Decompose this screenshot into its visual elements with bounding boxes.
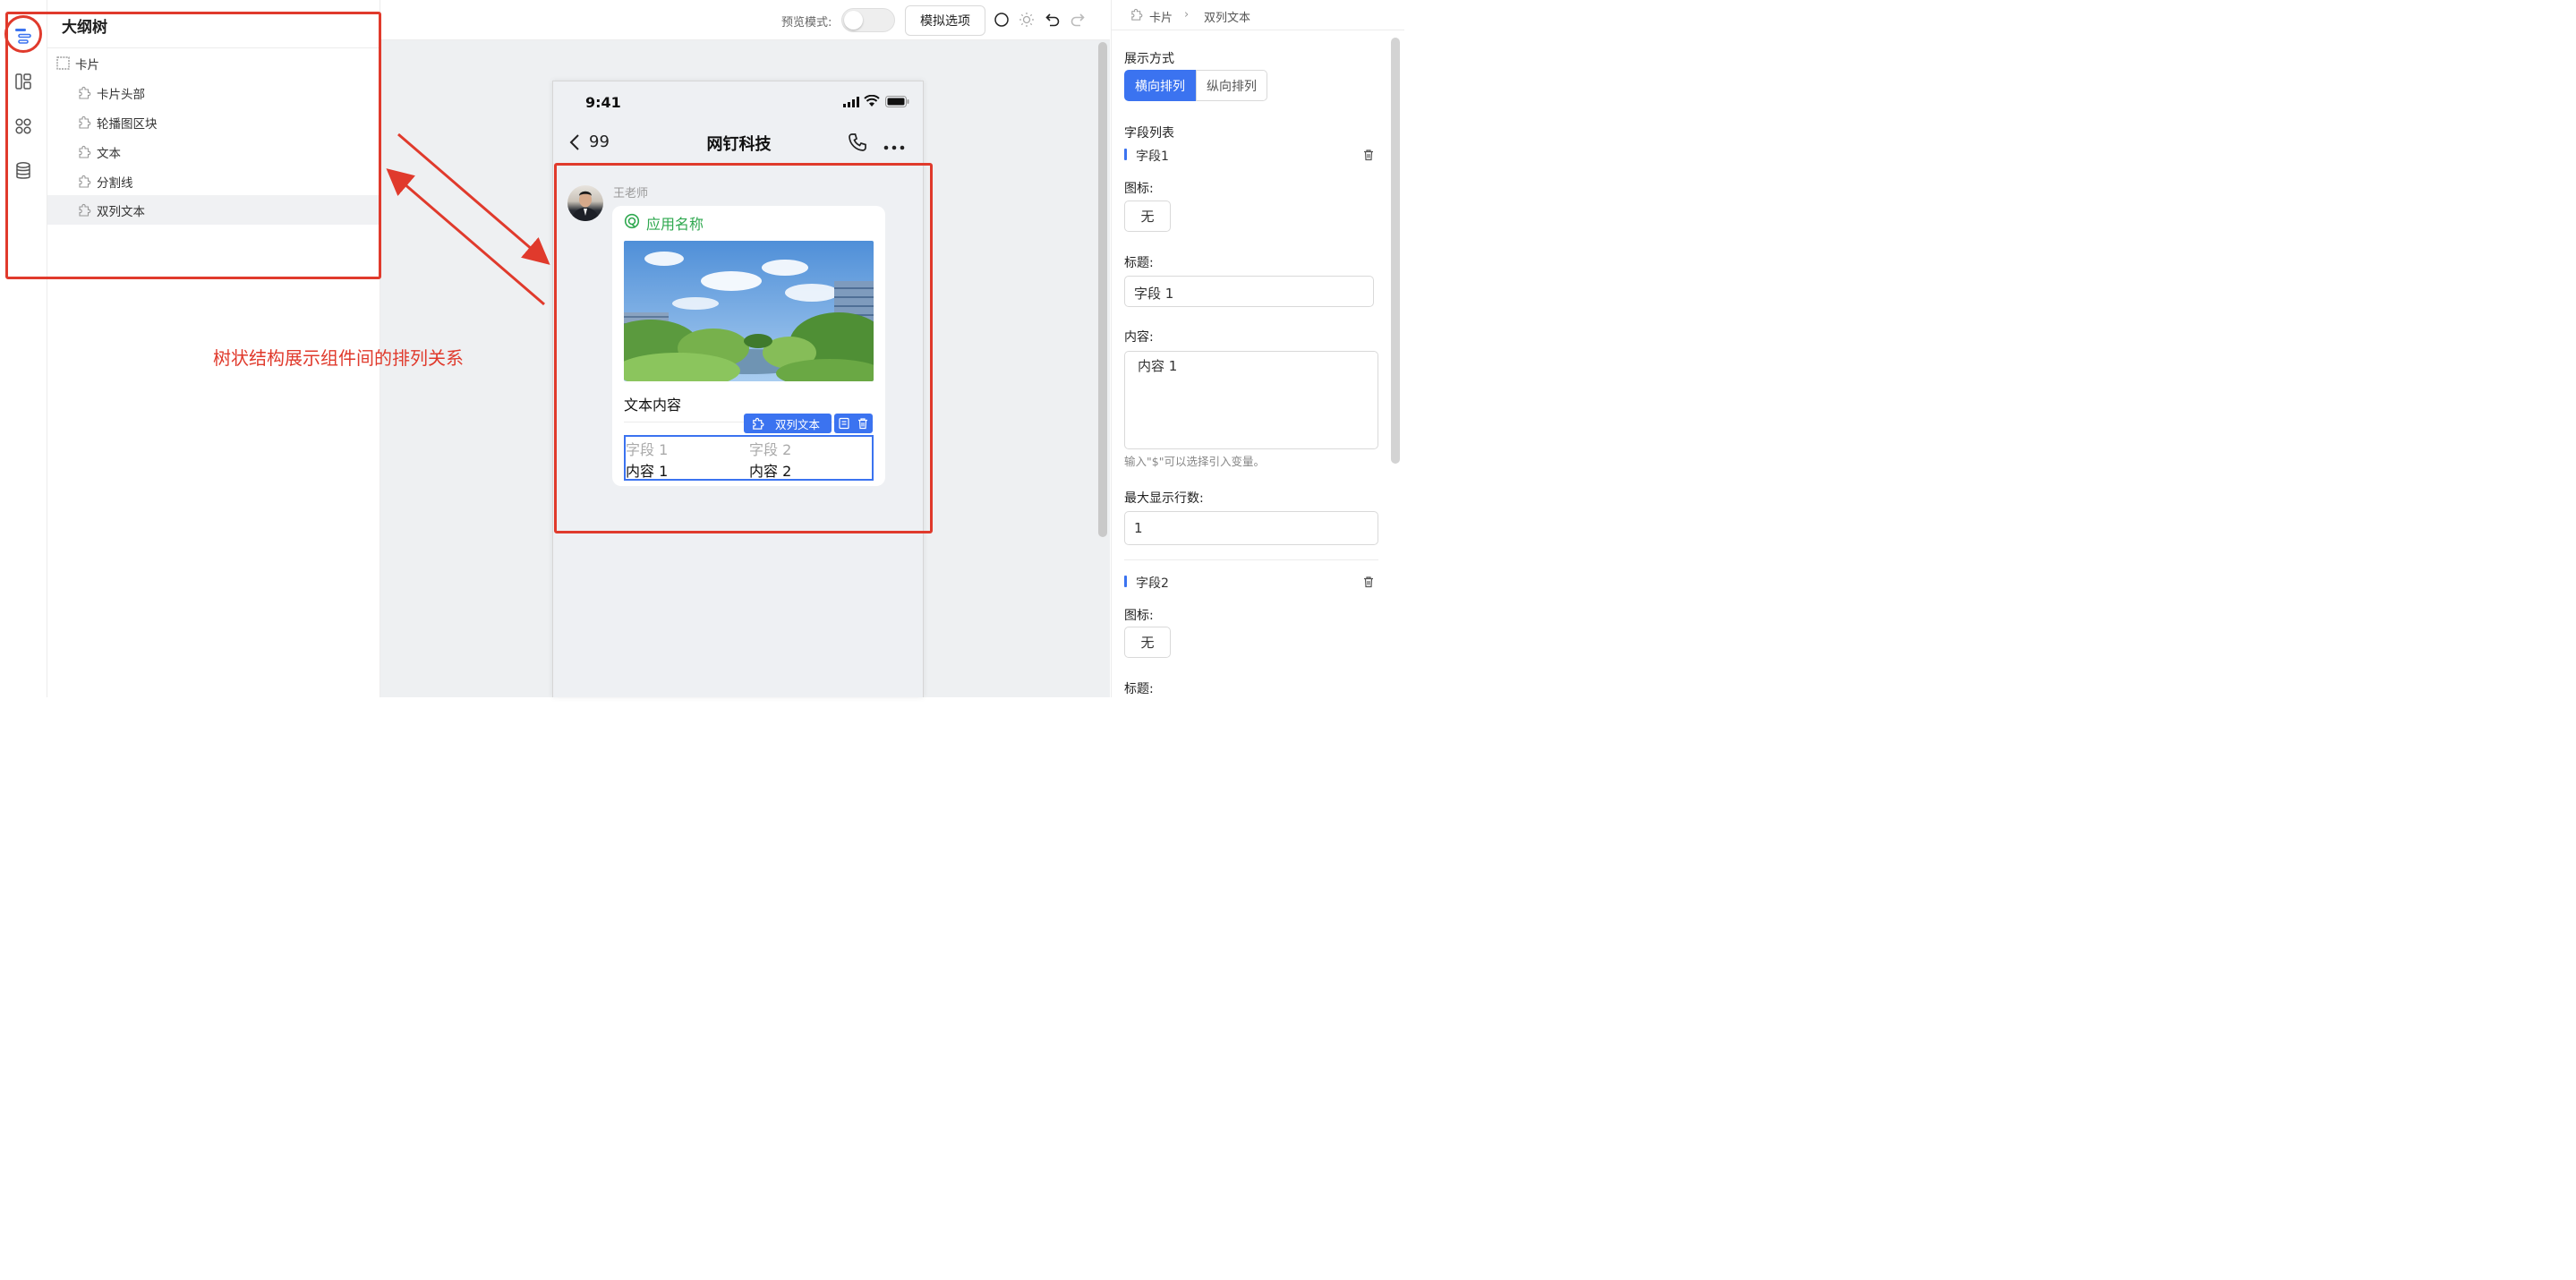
field-marker: [1124, 576, 1127, 587]
display-mode-horizontal[interactable]: 横向排列: [1124, 70, 1196, 101]
phone-call-icon[interactable]: [848, 132, 867, 156]
field-1-title-label: 标题:: [1124, 256, 1154, 270]
simulate-options-button[interactable]: 模拟选项: [905, 5, 985, 36]
dark-mode-icon[interactable]: [993, 11, 1011, 29]
delete-field-1-icon[interactable]: [1362, 149, 1375, 161]
field-2-title-label: 标题:: [1124, 682, 1154, 696]
field-2-icon-label: 图标:: [1124, 609, 1154, 623]
field-2-icon-select[interactable]: 无: [1124, 627, 1171, 658]
wifi-icon: [864, 94, 880, 111]
light-mode-icon[interactable]: [1018, 11, 1036, 29]
puzzle-icon: [1130, 8, 1143, 25]
annotation-circle: [4, 15, 42, 53]
field-1-name: 字段1: [1136, 149, 1169, 164]
annotation-outline-box: [5, 12, 381, 279]
more-icon[interactable]: [883, 140, 905, 154]
toggle-knob: [844, 11, 863, 30]
field-marker: [1124, 149, 1127, 160]
max-lines-label: 最大显示行数:: [1124, 491, 1204, 506]
field-1-content-label: 内容:: [1124, 330, 1154, 345]
breadcrumb-card[interactable]: 卡片: [1149, 8, 1173, 25]
redo-icon[interactable]: [1069, 11, 1087, 29]
delete-field-2-icon[interactable]: [1362, 576, 1375, 588]
signal-icon: [843, 97, 861, 111]
annotation-card-box: [554, 163, 933, 533]
canvas-scrollbar[interactable]: [1098, 42, 1107, 537]
annotation-text: 树状结构展示组件间的排列关系: [213, 347, 464, 369]
field-1-icon-label: 图标:: [1124, 182, 1154, 196]
field-1-title-input[interactable]: 字段 1: [1124, 276, 1374, 307]
divider: [1124, 559, 1378, 560]
battery-icon: [885, 96, 909, 111]
properties-scrollbar[interactable]: [1391, 38, 1400, 464]
max-lines-input[interactable]: 1: [1124, 511, 1378, 545]
properties-header: 卡片 › 双列文本: [1112, 0, 1404, 30]
display-mode-label: 展示方式: [1124, 52, 1174, 66]
undo-icon[interactable]: [1044, 11, 1062, 29]
preview-mode-toggle[interactable]: [841, 8, 895, 32]
breadcrumb-separator-icon: ›: [1184, 8, 1190, 21]
field-2-name: 字段2: [1136, 576, 1169, 591]
properties-panel: 卡片 › 双列文本 展示方式 横向排列 纵向排列 字段列表 字段1 图标: 无 …: [1111, 0, 1404, 697]
breadcrumb-current: 双列文本: [1204, 12, 1251, 25]
status-time: 9:41: [585, 94, 621, 111]
preview-mode-label: 预览模式:: [781, 16, 832, 30]
annotation-arrows: [386, 132, 550, 306]
chat-title: 网钉科技: [706, 135, 772, 154]
display-mode-vertical[interactable]: 纵向排列: [1196, 70, 1267, 101]
field-list-label: 字段列表: [1124, 126, 1174, 141]
field-1-content-textarea[interactable]: 内容 1: [1124, 351, 1378, 449]
variable-hint: 输入"$"可以选择引入变量。: [1124, 455, 1265, 468]
field-1-icon-select[interactable]: 无: [1124, 201, 1171, 232]
